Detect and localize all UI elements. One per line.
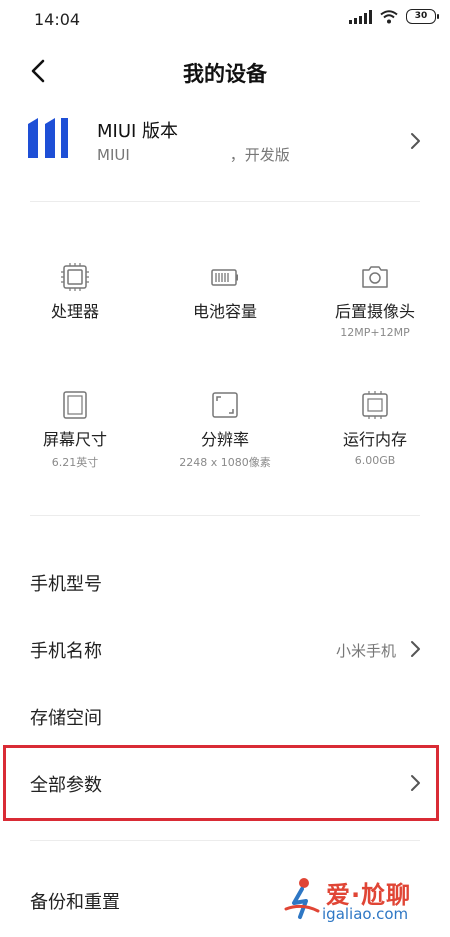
battery-icon [211,269,238,286]
miui-subtitle-prefix: MIUI [97,146,130,164]
screen-icon [63,391,87,419]
miui-version-row[interactable]: MIUI 版本 MIUI ，开发版 [0,108,450,174]
chevron-right-icon [411,641,420,657]
spec-value: 12MP+12MP [340,326,410,339]
miui-version-subtitle: MIUI ，开发版 [97,144,290,165]
list-item-phone-model[interactable]: 手机型号 [0,552,450,612]
spec-label: 电池容量 [192,302,257,321]
watermark-figure-icon [284,878,320,919]
miui-11-logo-icon [28,118,68,158]
camera-icon [362,266,388,288]
spec-value: 6.21英寸 [51,456,99,469]
miui-version-title: MIUI 版本 [97,121,179,142]
watermark-domain: igaliao.com [322,905,409,923]
list-item-phone-name[interactable]: 手机名称 小米手机 [0,619,450,679]
spec-memory[interactable]: 运行内存 6.00GB [300,390,450,468]
battery-indicator: 30 [406,9,439,24]
status-bar: 14:04 30 [0,0,450,40]
signal-icon [349,9,372,24]
page-title: 我的设备 [183,62,267,86]
spec-value: 2248 x 1080像素 [179,456,271,469]
status-icons: 30 [349,9,439,24]
cpu-icon [61,263,89,291]
spec-battery[interactable]: 电池容量 [150,262,300,340]
list-item-label: 手机名称 [30,641,102,662]
spec-processor[interactable]: 处理器 [0,262,150,340]
spec-value: 6.00GB [354,454,396,467]
list-item-label: 存储空间 [30,708,102,729]
list-item-label: 手机型号 [30,574,102,595]
watermark: 爱·尬聊 igaliao.com [282,873,432,925]
list-item-value: 小米手机 [335,642,396,660]
spec-value [150,326,300,340]
status-time: 14:04 [34,10,81,29]
spec-label: 屏幕尺寸 [42,430,107,449]
header: 我的设备 [0,48,450,96]
resolution-icon [212,392,238,418]
highlight-box [3,745,439,821]
spec-label: 分辨率 [200,430,249,449]
miui-subtitle-suffix: ，开发版 [229,146,290,164]
spec-resolution[interactable]: 分辨率 2248 x 1080像素 [150,390,300,469]
memory-icon [362,391,388,419]
spec-label: 运行内存 [342,430,407,449]
spec-rear-camera[interactable]: 后置摄像头 12MP+12MP [300,262,450,340]
spec-label: 处理器 [50,302,99,321]
list-item-storage[interactable]: 存储空间 [0,686,450,746]
spec-label: 后置摄像头 [334,302,415,321]
wifi-icon [380,9,398,23]
divider [30,515,420,516]
spec-value [0,326,150,340]
divider [30,201,420,202]
chevron-right-icon [411,133,420,149]
divider [30,840,420,841]
list-item-label: 备份和重置 [30,892,120,913]
spec-screen-size[interactable]: 屏幕尺寸 6.21英寸 [0,390,150,469]
